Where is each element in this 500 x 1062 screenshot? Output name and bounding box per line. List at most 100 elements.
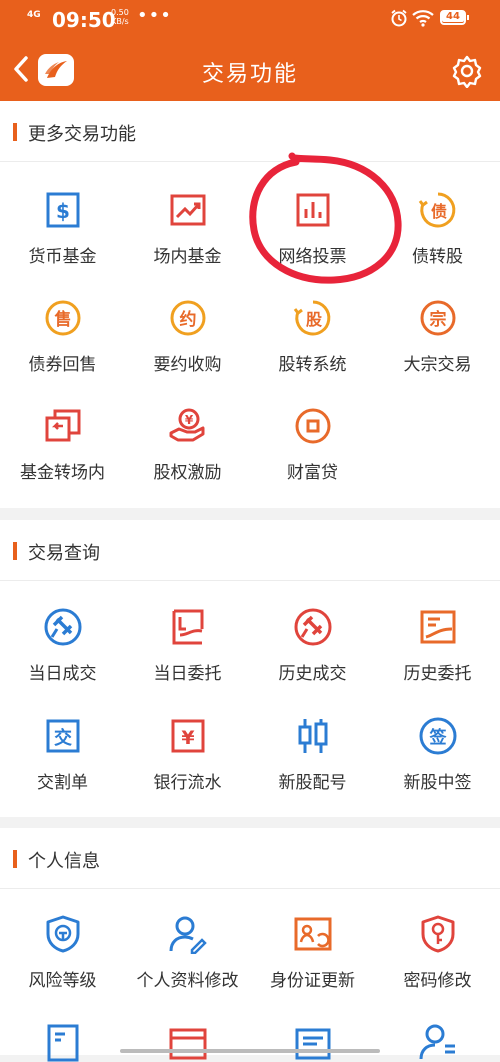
svg-text:$: $: [56, 199, 70, 223]
grid-item-wealth-loan[interactable]: 财富贷: [250, 406, 375, 483]
grid-item-partial-3[interactable]: [250, 1022, 375, 1062]
grid-item-label: 历史委托: [403, 664, 472, 684]
page-title: 交易功能: [201, 62, 298, 87]
grid-item-label: 财富贷: [287, 463, 338, 483]
section-title: 个人信息: [28, 851, 100, 872]
section-title: 交易查询: [28, 543, 100, 564]
sign-icon: 签: [419, 717, 456, 755]
home-indicator: [120, 1049, 380, 1053]
grid-item-money-fund[interactable]: $ 货币基金: [0, 190, 125, 267]
alarm-icon: [391, 9, 407, 27]
grid-item-label: 债券回售: [28, 355, 97, 375]
grid-item-label: 当日成交: [28, 664, 97, 684]
incentive-icon: ¥: [169, 408, 204, 442]
candlestick-icon: [298, 719, 327, 753]
svg-text:售: 售: [54, 309, 71, 330]
contract-icon: 约: [170, 300, 205, 336]
grid-item-block-trade[interactable]: 宗 大宗交易: [375, 298, 500, 375]
grid-item-partial-4[interactable]: [375, 1022, 500, 1062]
yen-icon: ¥: [171, 719, 204, 753]
status-time: 09:50: [52, 8, 116, 32]
sell-icon: 售: [45, 300, 80, 336]
section-header: 交易查询: [0, 520, 500, 581]
status-bar: 4G 09:50 0.50 KB/s ••• 44: [0, 0, 500, 40]
header-bar: 交易功能: [0, 40, 500, 101]
speed-value: 0.50: [111, 8, 129, 17]
grid-item-equity-incentive[interactable]: ¥ 股权激励: [125, 406, 250, 483]
grid-item-label: 基金转场内: [20, 463, 105, 483]
grid-item-label: 新股配号: [278, 773, 347, 793]
grid-item-risk-level[interactable]: 风险等级: [0, 914, 125, 991]
grid-item-label: 银行流水: [153, 773, 222, 793]
section-accent-bar: [13, 542, 17, 560]
grid-item-label: 历史成交: [278, 664, 347, 684]
entrust-icon: [172, 609, 203, 645]
gavel-icon: [44, 608, 81, 646]
svg-text:¥: ¥: [184, 413, 193, 427]
grid-item-today-orders[interactable]: 当日委托: [125, 607, 250, 684]
speed-unit: KB/s: [111, 17, 129, 26]
grid-item-partial-2[interactable]: [125, 1022, 250, 1062]
grid-item-label: 当日委托: [153, 664, 222, 684]
settings-gear-icon[interactable]: [450, 54, 484, 88]
grid-item-change-password[interactable]: 密码修改: [375, 914, 500, 991]
grid-item-history-deals[interactable]: 历史成交: [250, 607, 375, 684]
grid-item-label: 场内基金: [153, 247, 222, 267]
svg-text:股: 股: [305, 310, 322, 329]
grid-item-partial-1[interactable]: [0, 1022, 125, 1062]
svg-text:交: 交: [54, 727, 72, 749]
grid-item-id-card-update[interactable]: 身份证更新: [250, 914, 375, 991]
network-speed: 0.50 KB/s: [111, 8, 129, 26]
card-icon: [169, 1028, 206, 1060]
bulk-trade-icon: 宗: [420, 300, 455, 336]
history-entrust-icon: [420, 610, 455, 644]
section-accent-bar: [13, 850, 17, 868]
grid-item-label: 身份证更新: [270, 971, 355, 991]
battery-level: 44: [442, 11, 464, 22]
grid-item-bank-statement[interactable]: ¥ 银行流水: [125, 716, 250, 793]
form-icon: [295, 1028, 330, 1060]
dollar-icon: $: [46, 192, 79, 228]
grid-item-fund-to-exchange[interactable]: 基金转场内: [0, 406, 125, 483]
section-header: 个人信息: [0, 828, 500, 889]
grid-item-ipo-winning[interactable]: 签 新股中签: [375, 716, 500, 793]
transfer-icon: [45, 409, 80, 442]
coin-icon: [295, 408, 330, 444]
bond-icon: 债: [418, 192, 455, 228]
user-edit-icon: [169, 916, 207, 954]
wifi-icon: [412, 10, 434, 27]
grid-item-label: 大宗交易: [403, 355, 472, 375]
svg-text:¥: ¥: [181, 727, 194, 749]
more-notifications-icon: •••: [137, 5, 172, 26]
grid-item-tender-offer[interactable]: 约 要约收购: [125, 298, 250, 375]
history-deal-icon: [294, 608, 331, 646]
svg-text:签: 签: [428, 727, 447, 748]
battery-icon: 44: [440, 10, 469, 25]
svg-text:约: 约: [179, 309, 196, 330]
section-accent-bar: [13, 123, 17, 141]
user-list-icon: [419, 1024, 455, 1060]
grid-item-label: 货币基金: [28, 247, 97, 267]
grid-item-bond-resale[interactable]: 售 债券回售: [0, 298, 125, 375]
network-indicator: 4G: [27, 10, 41, 20]
grid-item-label: 新股中签: [403, 773, 472, 793]
grid-item-label: 密码修改: [403, 971, 472, 991]
grid-item-exchange-fund[interactable]: 场内基金: [125, 190, 250, 267]
grid-item-label: 个人资料修改: [136, 971, 239, 991]
trend-chart-icon: [170, 194, 205, 226]
grid-item-history-orders[interactable]: 历史委托: [375, 607, 500, 684]
svg-text:债: 债: [430, 202, 446, 221]
key-icon: [421, 915, 454, 953]
grid-item-label: 股权激励: [153, 463, 222, 483]
grid-item-label: 要约收购: [153, 355, 222, 375]
grid-item-delivery-slip[interactable]: 交 交割单: [0, 716, 125, 793]
id-card-icon: [294, 917, 331, 951]
share-transfer-icon: 股: [293, 300, 330, 336]
grid-item-share-transfer-system[interactable]: 股 股转系统: [250, 298, 375, 375]
red-circle-annotation: [249, 152, 402, 284]
grid-item-ipo-allotment[interactable]: 新股配号: [250, 716, 375, 793]
grid-item-edit-profile[interactable]: 个人资料修改: [125, 914, 250, 991]
shield-icon: [46, 915, 79, 953]
grid-item-today-deals[interactable]: 当日成交: [0, 607, 125, 684]
svg-text:宗: 宗: [429, 309, 446, 330]
